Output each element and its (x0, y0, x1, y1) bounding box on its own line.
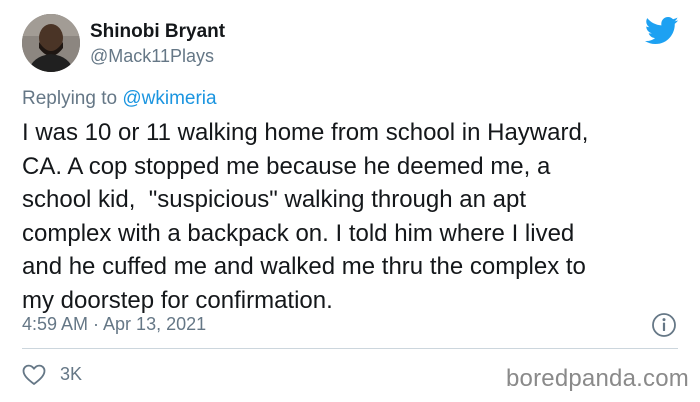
tweet-card: Shinobi Bryant @Mack11Plays Replying to … (0, 0, 700, 402)
person-avatar-icon (22, 14, 80, 72)
replying-to: Replying to @wkimeria (22, 88, 217, 110)
author-handle[interactable]: @Mack11Plays (90, 46, 214, 67)
like-count[interactable]: 3K (60, 364, 82, 385)
tweet-text: I was 10 or 11 walking home from school … (22, 119, 589, 314)
heart-icon[interactable] (22, 364, 46, 386)
info-icon[interactable] (651, 312, 677, 338)
mention-link[interactable]: @wkimeria (122, 88, 216, 109)
author-display-name[interactable]: Shinobi Bryant (90, 21, 225, 43)
watermark: boredpanda.com (506, 365, 689, 392)
avatar[interactable] (22, 14, 80, 72)
twitter-bird-icon[interactable] (644, 16, 679, 46)
divider (22, 348, 678, 349)
replying-to-label: Replying to (22, 88, 123, 109)
tweet-timestamp[interactable]: 4:59 AM · Apr 13, 2021 (22, 314, 206, 335)
